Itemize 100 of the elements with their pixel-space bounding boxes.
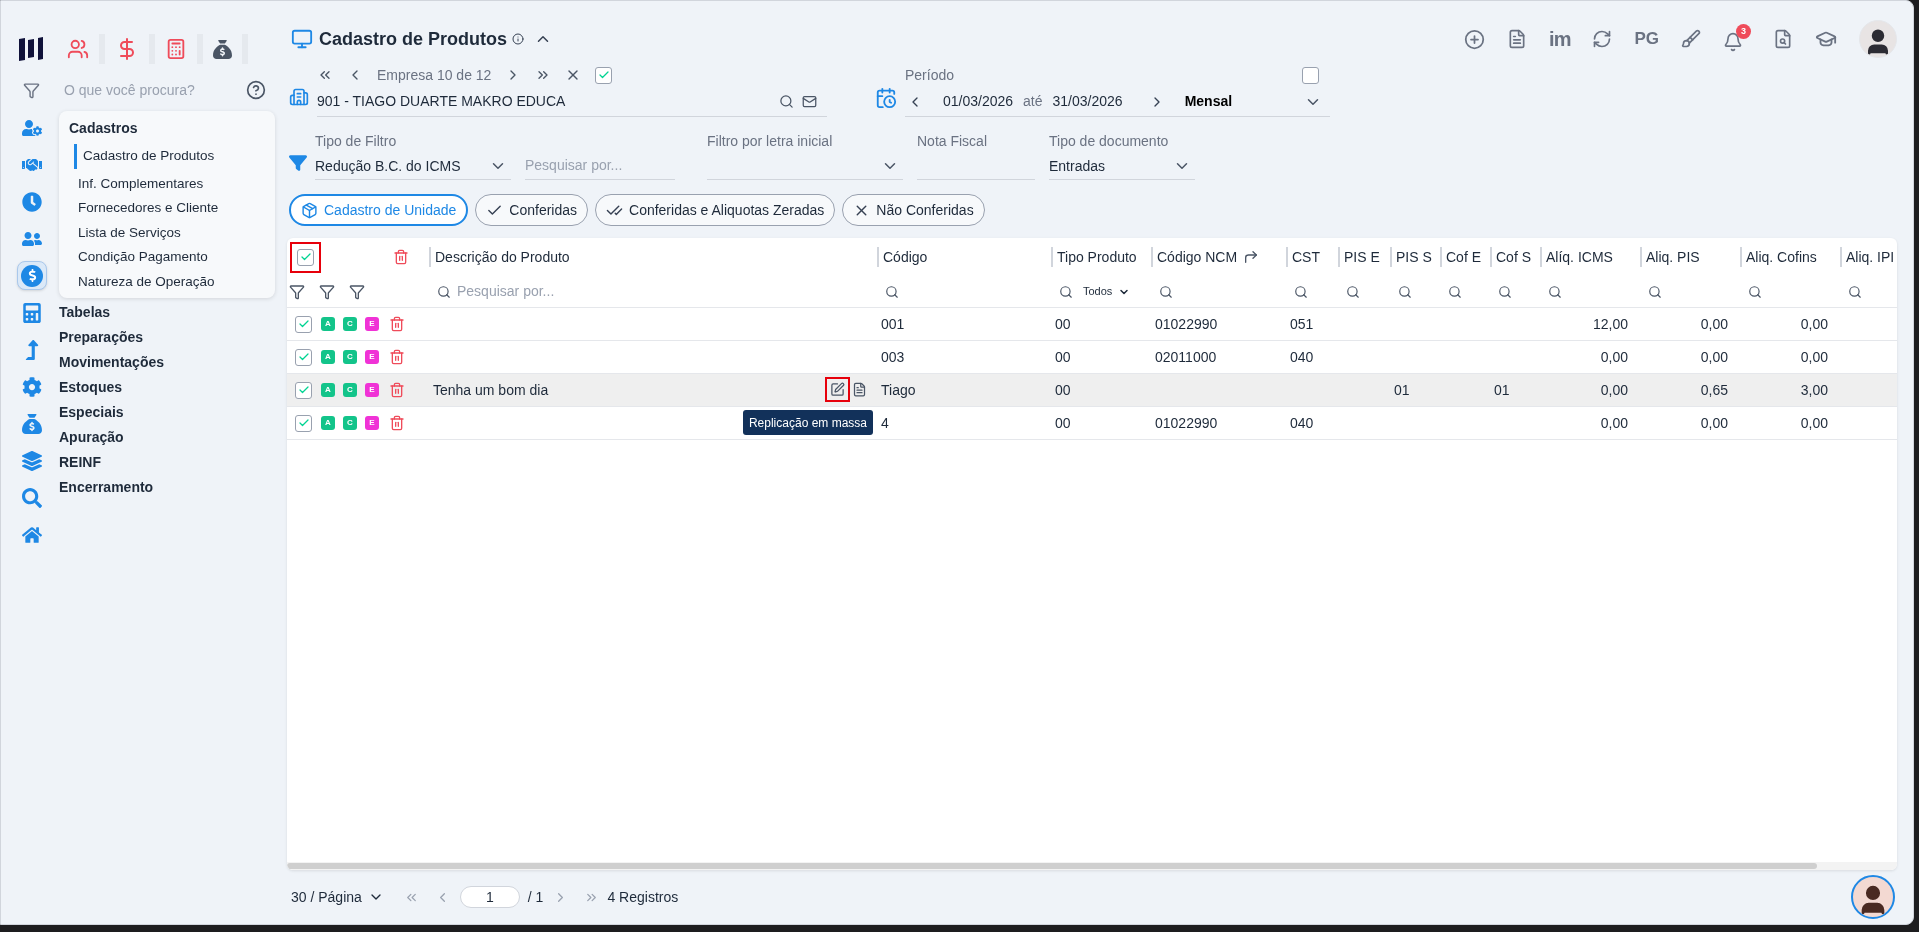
horizontal-scrollbar[interactable] bbox=[287, 863, 1817, 869]
column-header[interactable]: Descrição do Produto bbox=[435, 247, 570, 267]
row-checkbox[interactable] bbox=[295, 381, 312, 399]
row-checkbox[interactable] bbox=[295, 414, 312, 432]
filter-icon[interactable] bbox=[289, 283, 305, 300]
row-checkbox[interactable] bbox=[295, 315, 312, 333]
table-row[interactable]: A C E 003 00 02011000 040 0,00 0,00 0,00 bbox=[287, 341, 1897, 374]
users-icon[interactable] bbox=[67, 38, 89, 60]
search-icon[interactable] bbox=[1159, 284, 1173, 299]
app-logo[interactable] bbox=[17, 36, 45, 62]
submenu-item[interactable]: Cadastro de Produtos bbox=[74, 144, 265, 169]
column-header[interactable]: Código bbox=[883, 247, 928, 267]
delete-icon[interactable] bbox=[389, 316, 405, 332]
submenu-item[interactable]: Natureza de Operação bbox=[72, 269, 265, 294]
search-field[interactable]: O que você procura? bbox=[64, 79, 244, 101]
column-header[interactable]: PIS S bbox=[1396, 247, 1432, 267]
menu-section[interactable]: Encerramento bbox=[59, 475, 275, 500]
company-checkbox[interactable] bbox=[595, 66, 613, 84]
menu-section[interactable]: Apuração bbox=[59, 425, 275, 450]
column-header[interactable]: Aliq. Cofins bbox=[1746, 247, 1817, 267]
search-icon[interactable] bbox=[885, 284, 899, 299]
page-field[interactable]: 1 bbox=[459, 886, 520, 908]
submenu-item[interactable]: Lista de Serviços bbox=[72, 220, 265, 245]
filter-chip[interactable]: Cadastro de Unidade bbox=[289, 194, 469, 226]
column-header[interactable]: CST bbox=[1292, 247, 1320, 267]
bell-icon[interactable] bbox=[1723, 32, 1743, 52]
search-icon[interactable] bbox=[1346, 284, 1360, 299]
info-icon[interactable] bbox=[512, 33, 525, 45]
search-icon[interactable] bbox=[1648, 284, 1662, 299]
user-avatar[interactable] bbox=[1859, 20, 1897, 58]
menu-section[interactable]: Especiais bbox=[59, 400, 275, 425]
input-field[interactable]: Nota Fiscal bbox=[917, 131, 1035, 180]
money-bag-icon[interactable] bbox=[213, 39, 232, 59]
document-icon[interactable] bbox=[1507, 29, 1528, 49]
table-row[interactable]: A C E 001 00 01022990 051 12,00 0,00 0,00 bbox=[287, 308, 1897, 341]
refresh-icon[interactable] bbox=[1592, 29, 1613, 49]
filter-chip[interactable]: Conferidas bbox=[475, 194, 588, 226]
menu-section[interactable]: Movimentações bbox=[59, 350, 275, 375]
search-icon[interactable] bbox=[1748, 284, 1762, 299]
calculator-icon[interactable] bbox=[165, 38, 187, 60]
add-icon[interactable] bbox=[1464, 28, 1486, 50]
search-icon[interactable] bbox=[1498, 284, 1512, 299]
search-icon[interactable] bbox=[1848, 284, 1862, 299]
search-field[interactable]: Pesquisar por... bbox=[457, 281, 657, 302]
mail-icon[interactable] bbox=[802, 94, 817, 109]
end-date[interactable]: 31/03/2026 bbox=[1052, 91, 1123, 112]
menu-section[interactable]: Preparações bbox=[59, 325, 275, 350]
column-header[interactable]: Aliq. IPI bbox=[1846, 247, 1895, 267]
column-header[interactable]: Cof E bbox=[1446, 247, 1481, 267]
menu-section[interactable]: Tabelas bbox=[59, 300, 275, 325]
search-icon[interactable] bbox=[1548, 284, 1562, 299]
filter-icon[interactable] bbox=[23, 81, 40, 99]
search-icon[interactable] bbox=[1059, 284, 1073, 299]
filter-chip[interactable]: Não Conferidas bbox=[842, 194, 985, 226]
menu-section[interactable]: REINF bbox=[59, 450, 275, 475]
redirect-icon[interactable] bbox=[1243, 249, 1260, 265]
filter-icon[interactable] bbox=[319, 283, 335, 300]
edit-icon[interactable] bbox=[830, 382, 845, 397]
column-header[interactable]: Tipo Produto bbox=[1057, 247, 1137, 267]
search-icon[interactable] bbox=[437, 284, 451, 299]
period-checkbox[interactable] bbox=[1302, 66, 1319, 84]
filter-select[interactable]: Filtro por letra inicial bbox=[707, 131, 903, 180]
filter-chip[interactable]: Conferidas e Aliquotas Zeradas bbox=[595, 194, 836, 226]
page-size-select[interactable]: 30 / Página bbox=[291, 886, 362, 908]
submenu-item[interactable]: Condição Pagamento bbox=[72, 245, 265, 270]
submenu-item[interactable]: Fornecedores e Cliente bbox=[72, 196, 265, 221]
help-icon[interactable] bbox=[246, 80, 266, 100]
nav-item[interactable] bbox=[17, 261, 47, 290]
pg-button[interactable]: PG bbox=[1634, 26, 1659, 52]
logo-button[interactable]: im bbox=[1549, 24, 1571, 54]
delete-icon[interactable] bbox=[389, 415, 405, 431]
type-select[interactable]: Todos bbox=[1083, 283, 1113, 300]
menu-section[interactable]: Estoques bbox=[59, 375, 275, 400]
search-field[interactable]: Pesquisar por... bbox=[525, 150, 675, 180]
search-icon[interactable] bbox=[1448, 284, 1462, 299]
brush-icon[interactable] bbox=[1681, 29, 1701, 49]
select-all-checkbox[interactable] bbox=[297, 248, 314, 266]
submenu-item[interactable]: Inf. Complementares bbox=[72, 171, 265, 196]
search-icon[interactable] bbox=[1294, 284, 1308, 299]
search-icon[interactable] bbox=[779, 94, 794, 109]
table-cell-text: Tenha um bom dia bbox=[433, 380, 549, 400]
column-header[interactable]: Cof S bbox=[1496, 247, 1531, 267]
column-header[interactable]: PIS E bbox=[1344, 247, 1380, 267]
row-checkbox[interactable] bbox=[295, 348, 312, 366]
delete-icon[interactable] bbox=[393, 249, 409, 265]
column-header[interactable]: Alíq. ICMS bbox=[1546, 247, 1613, 267]
filter-icon[interactable] bbox=[349, 283, 365, 300]
search-icon[interactable] bbox=[1398, 284, 1412, 299]
period-select[interactable]: Mensal bbox=[1184, 91, 1233, 112]
support-avatar[interactable] bbox=[1851, 875, 1895, 919]
report-search-icon[interactable] bbox=[1773, 29, 1793, 49]
delete-icon[interactable] bbox=[389, 349, 405, 365]
delete-icon[interactable] bbox=[389, 382, 405, 398]
document-icon[interactable] bbox=[852, 382, 867, 397]
company-name[interactable]: 901 - TIAGO DUARTE MAKRO EDUCA bbox=[317, 91, 779, 112]
filter-select[interactable]: Tipo de Filtro Redução B.C. do ICMS bbox=[315, 131, 511, 180]
filter-select[interactable]: Tipo de documento Entradas bbox=[1049, 131, 1195, 180]
start-date[interactable]: 01/03/2026 bbox=[943, 91, 1014, 112]
column-header[interactable]: Código NCM bbox=[1157, 247, 1238, 267]
column-header[interactable]: Aliq. PIS bbox=[1646, 247, 1700, 267]
